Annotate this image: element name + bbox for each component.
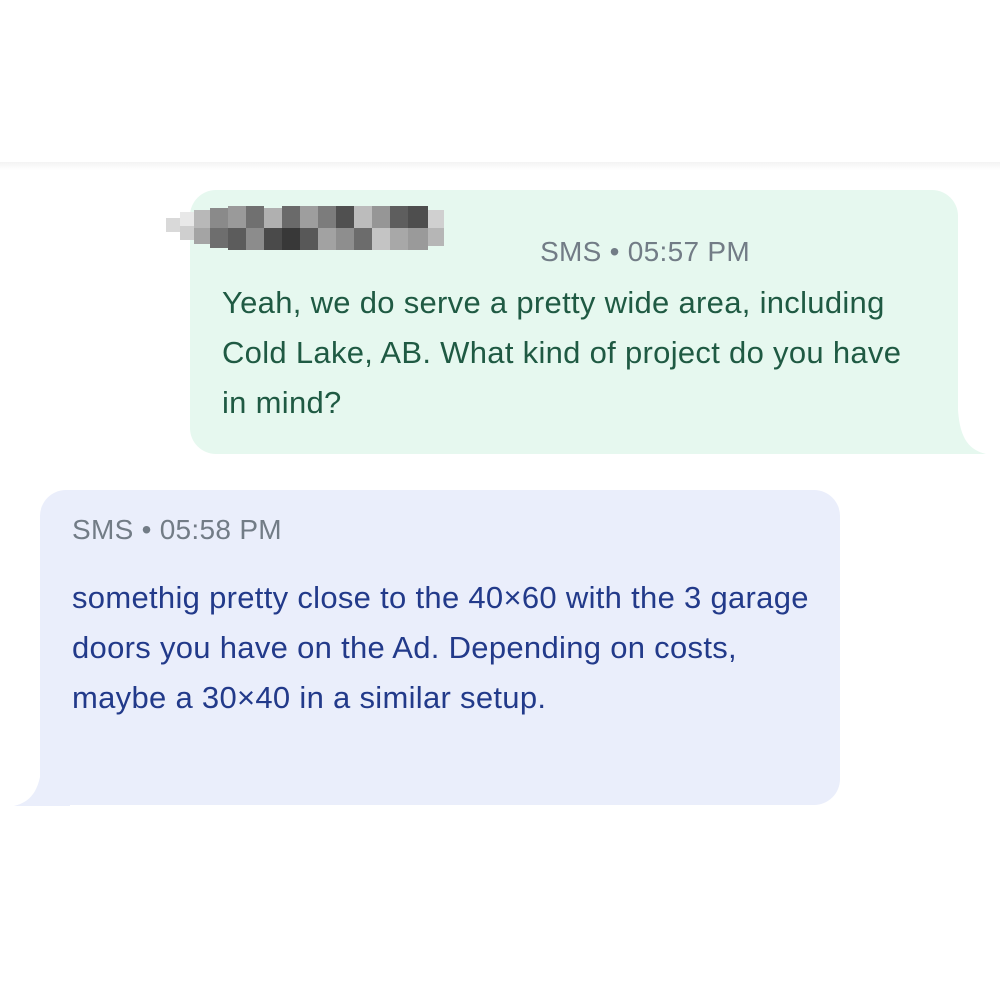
incoming-message-meta: SMS • 05:58 PM <box>72 510 282 550</box>
message-channel: SMS <box>540 236 602 267</box>
message-channel: SMS <box>72 514 134 545</box>
outgoing-message-text: Yeah, we do serve a pretty wide area, in… <box>222 285 902 420</box>
incoming-message-bubble[interactable]: SMS • 05:58 PM somethig pretty close to … <box>40 490 840 805</box>
incoming-message-text: somethig pretty close to the 40×60 with … <box>72 580 809 715</box>
meta-separator: • <box>609 236 620 267</box>
message-timestamp: 05:58 PM <box>159 514 282 545</box>
header-area <box>0 0 1000 162</box>
header-divider <box>0 162 1000 170</box>
outgoing-message-bubble[interactable]: SMS • 05:57 PM Yeah, we do serve a prett… <box>166 190 958 454</box>
conversation[interactable]: SMS • 05:57 PM Yeah, we do serve a prett… <box>0 170 1000 1000</box>
outgoing-message-meta: SMS • 05:57 PM <box>190 232 750 272</box>
meta-separator: • <box>141 514 152 545</box>
message-timestamp: 05:57 PM <box>627 236 750 267</box>
message-thread-view: SMS • 05:57 PM Yeah, we do serve a prett… <box>0 0 1000 1000</box>
